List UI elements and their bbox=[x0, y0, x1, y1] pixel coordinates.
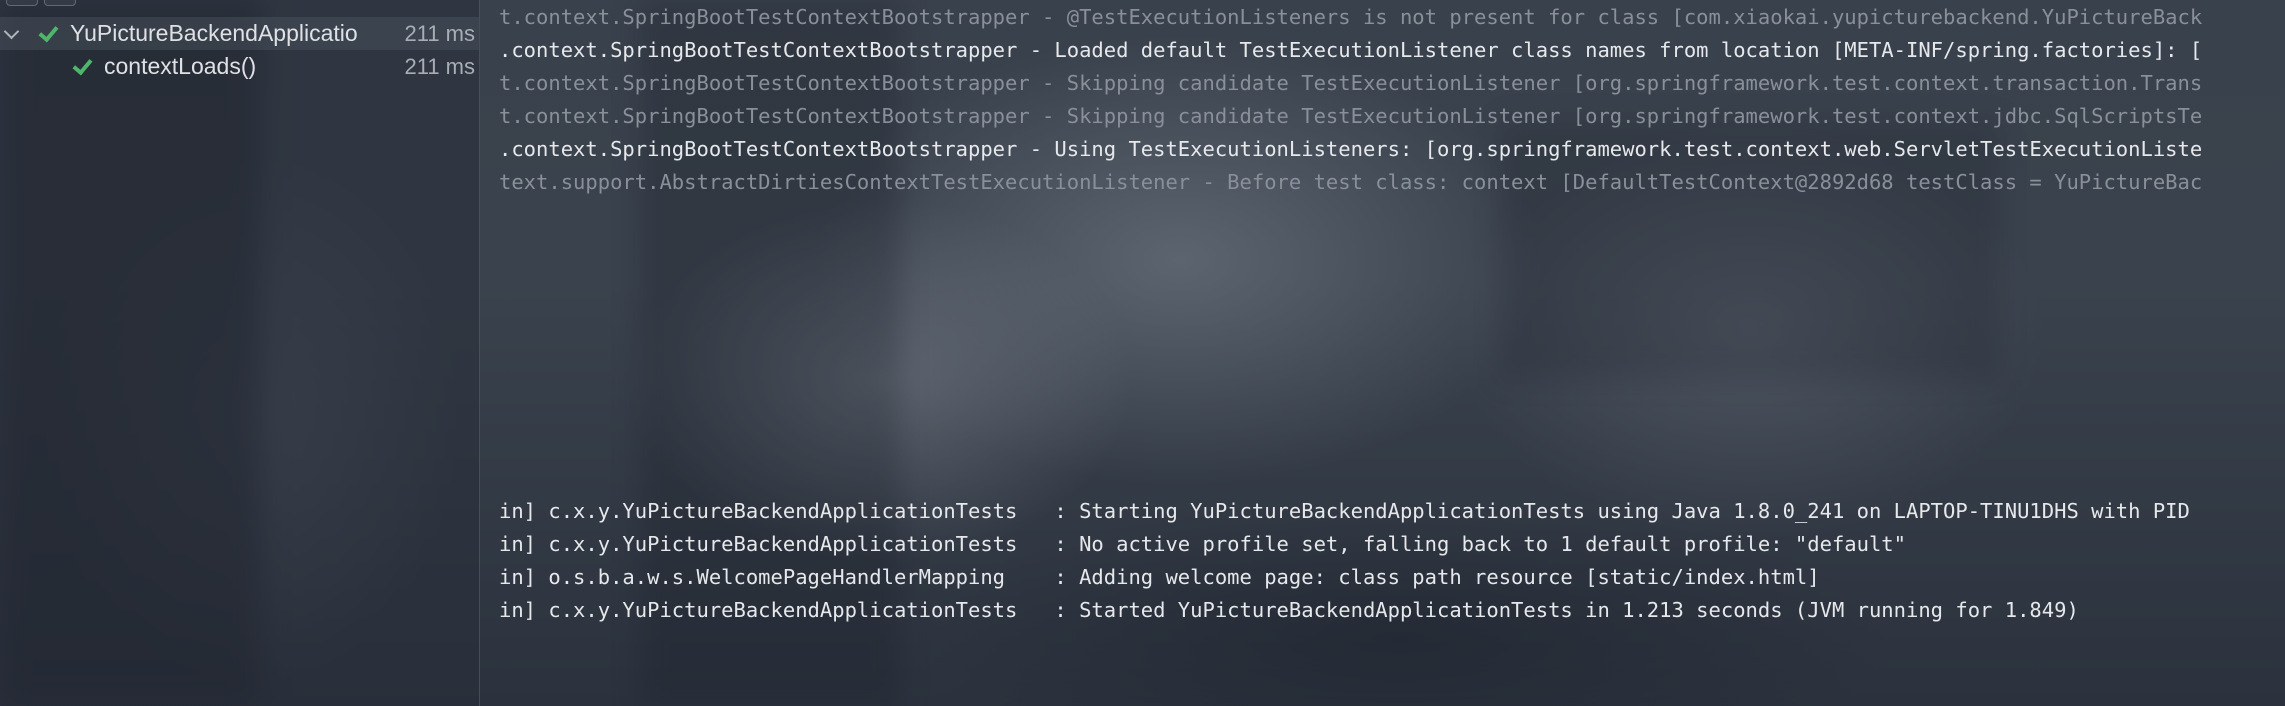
toolbar-button[interactable] bbox=[6, 0, 38, 6]
toolbar-button[interactable] bbox=[44, 0, 76, 6]
log-line: in] c.x.y.YuPictureBackendApplicationTes… bbox=[499, 499, 2190, 523]
test-tree-item-method[interactable]: contextLoads() 211 ms bbox=[0, 50, 480, 83]
log-line: t.context.SpringBootTestContextBootstrap… bbox=[499, 104, 2203, 128]
test-duration: 211 ms bbox=[404, 53, 475, 79]
log-line: in] c.x.y.YuPictureBackendApplicationTes… bbox=[499, 598, 2079, 622]
console-output[interactable]: t.context.SpringBootTestContextBootstrap… bbox=[481, 0, 2285, 706]
log-line: in] o.s.b.a.w.s.WelcomePageHandlerMappin… bbox=[499, 565, 1820, 589]
log-line: t.context.SpringBootTestContextBootstrap… bbox=[499, 5, 2203, 29]
test-tree-label: YuPictureBackendApplicatio bbox=[70, 20, 358, 46]
check-icon bbox=[36, 23, 58, 45]
test-results-panel: YuPictureBackendApplicatio 211 ms contex… bbox=[0, 0, 480, 706]
test-toolbar bbox=[0, 0, 480, 8]
log-line: .context.SpringBootTestContextBootstrapp… bbox=[499, 137, 2203, 161]
log-line: in] c.x.y.YuPictureBackendApplicationTes… bbox=[499, 532, 1906, 556]
log-line: .context.SpringBootTestContextBootstrapp… bbox=[499, 38, 2203, 62]
log-line: t.context.SpringBootTestContextBootstrap… bbox=[499, 71, 2203, 95]
chevron-down-icon[interactable] bbox=[2, 24, 22, 44]
test-duration: 211 ms bbox=[404, 20, 475, 46]
check-icon bbox=[70, 56, 92, 78]
log-line: text.support.AbstractDirtiesContextTestE… bbox=[499, 170, 2203, 194]
test-tree-label: contextLoads() bbox=[104, 53, 257, 79]
test-tree-item-class[interactable]: YuPictureBackendApplicatio 211 ms bbox=[0, 17, 480, 50]
